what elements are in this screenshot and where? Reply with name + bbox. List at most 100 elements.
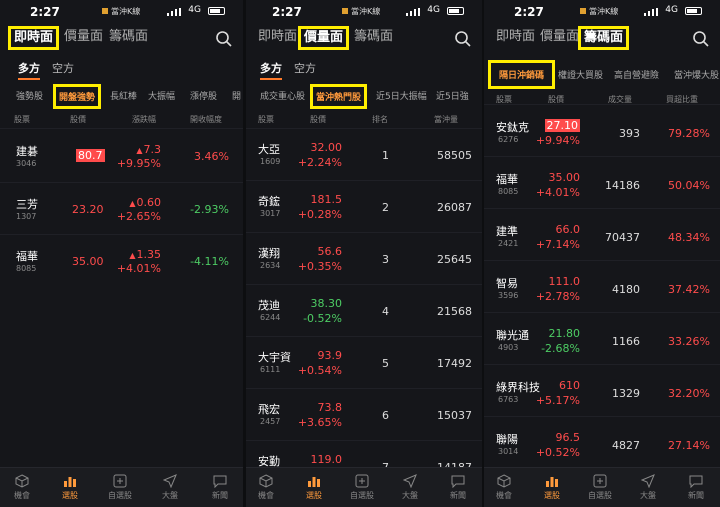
chip-5day-strong[interactable]: 近5日強 [436,89,469,102]
tab-price-volume[interactable]: 價量面 [298,26,350,50]
chip-big-range[interactable]: 大振幅 [148,89,175,102]
tab-chips[interactable]: 籌碼面 [105,26,152,48]
nav-market[interactable]: 大盤 [390,474,430,501]
nav-watchlist[interactable]: 自選股 [580,474,620,501]
tab-short[interactable]: 空方 [294,60,316,76]
tab-price-volume[interactable]: 價量面 [60,26,107,48]
chip-5day-range[interactable]: 近5日大振幅 [376,89,427,102]
nav-opportunity[interactable]: 機會 [484,474,524,501]
chip-warrant-buy[interactable]: 權證大買股 [558,68,603,81]
tab-short[interactable]: 空方 [52,60,74,76]
chip-nextday-daytrade[interactable]: 隔日沖銷碼 [488,60,556,89]
stock-price: 35.00 [548,171,581,184]
stock-code: 4903 [498,343,519,352]
table-row[interactable]: 安鈦克 6276 27.10 +9.94% 393 79.28% [484,104,720,156]
tab-realtime[interactable]: 即時面 [8,26,60,50]
chip-volume-center[interactable]: 成交重心股 [260,89,305,102]
change-pct: +7.14% [535,238,580,251]
network-label: 4G [427,5,440,15]
table-row[interactable]: 茂迪 6244 38.30 -0.52% 4 21568 [246,284,482,336]
table-row[interactable]: 三芳 1307 23.20 ▲0.60 +2.65% -2.93% [0,182,243,234]
bar-chart-icon [64,477,76,487]
col-rank[interactable]: 排名 [372,114,388,125]
tab-price-volume[interactable]: 價量面 [536,26,583,48]
table-row[interactable]: 聯光通 4903 21.80 -2.68% 1166 33.26% [484,312,720,364]
nav-market[interactable]: 大盤 [150,474,190,501]
status-app-name: 當沖K線 [351,7,381,16]
tab-chips[interactable]: 籌碼面 [350,26,397,48]
chip-daytrade-hot[interactable]: 當沖熱門股 [310,84,368,109]
table-row[interactable]: 建準 2421 66.0 +7.14% 70437 48.34% [484,208,720,260]
buy-ratio: 50.04% [668,179,710,192]
col-price[interactable]: 股價 [310,114,326,125]
status-bar: 2:27 當沖K線 4G [0,0,243,24]
chip-more[interactable]: 開 [232,89,241,102]
table-row[interactable]: 福華 8085 35.00 ▲1.35 +4.01% -4.11% [0,234,243,286]
volume: 4827 [612,439,640,452]
network-label: 4G [665,5,678,15]
tab-long[interactable]: 多方 [260,60,282,80]
open-close-range: 3.46% [194,150,229,163]
col-open-close[interactable]: 開收幅度 [190,114,222,125]
table-row[interactable]: 綠界科技 6763 610 +5.17% 1329 32.20% [484,364,720,416]
chip-long-red[interactable]: 長紅棒 [110,89,137,102]
change-pct: +9.94% [535,134,580,147]
signal-icon [644,8,658,16]
table-row[interactable]: 建碁 3046 80.7 ▲7.3 +9.95% 3.46% [0,128,243,182]
table-row[interactable]: 智易 3596 111.0 +2.78% 4180 37.42% [484,260,720,312]
table-row[interactable]: 奇鋐 3017 181.5 +0.28% 2 26087 [246,180,482,232]
col-price[interactable]: 股價 [70,114,86,125]
chip-daytrade-burst[interactable]: 當沖爆大股 [674,68,719,81]
tab-long[interactable]: 多方 [18,60,40,80]
col-daytrade-vol[interactable]: 當沖量 [434,114,458,125]
nav-label: 自選股 [588,491,612,500]
nav-opportunity[interactable]: 機會 [2,474,42,501]
send-icon [403,474,417,488]
table-row[interactable]: 大宇資 6111 93.9 +0.54% 5 17492 [246,336,482,388]
col-stock[interactable]: 股票 [258,114,274,125]
stock-name: 建碁 [16,145,38,158]
stock-code: 8085 [16,264,37,273]
status-app-name: 當沖K線 [589,7,619,16]
nav-news[interactable]: 新聞 [438,474,478,501]
nav-watchlist[interactable]: 自選股 [342,474,382,501]
stock-name: 三芳 [16,198,38,211]
nav-news[interactable]: 新聞 [676,474,716,501]
nav-market[interactable]: 大盤 [628,474,668,501]
nav-watchlist[interactable]: 自選股 [100,474,140,501]
stock-price: 111.0 [548,275,581,288]
nav-opportunity[interactable]: 機會 [246,474,286,501]
col-stock[interactable]: 股票 [14,114,30,125]
nav-label: 機會 [258,491,274,500]
up-arrow-icon: ▲ [136,146,143,155]
nav-label: 新聞 [450,491,466,500]
nav-news[interactable]: 新聞 [200,474,240,501]
open-close-range: -4.11% [190,255,229,268]
direction-tabs: 多方 空方 [246,60,482,80]
nav-screener[interactable]: 選股 [294,474,334,501]
tab-realtime[interactable]: 即時面 [254,26,301,48]
nav-screener[interactable]: 選股 [532,474,572,501]
chip-limit-up[interactable]: 漲停股 [190,89,217,102]
search-icon[interactable] [215,30,233,48]
search-icon[interactable] [692,30,710,48]
tab-realtime[interactable]: 即時面 [492,26,539,48]
stock-name: 漢翔 [258,247,280,260]
table-row[interactable]: 漢翔 2634 56.6 +0.35% 3 25645 [246,232,482,284]
battery-icon [447,7,464,15]
chip-open-strong[interactable]: 開盤強勢 [53,84,102,109]
tab-chips[interactable]: 籌碼面 [578,26,630,50]
col-change[interactable]: 漲跌幅 [132,114,156,125]
table-row[interactable]: 聯陽 3014 96.5 +0.52% 4827 27.14% [484,416,720,468]
table-row[interactable]: 大亞 1609 32.00 +2.24% 1 58505 [246,128,482,180]
change-amount: ▲0.60 [129,196,161,209]
table-row[interactable]: 福華 8085 35.00 +4.01% 14186 50.04% [484,156,720,208]
chip-dealer-hedge[interactable]: 高自營避險 [614,68,659,81]
table-row[interactable]: 飛宏 2457 73.8 +3.65% 6 15037 [246,388,482,440]
search-icon[interactable] [454,30,472,48]
nav-screener[interactable]: 選股 [50,474,90,501]
change-pct: +0.35% [297,260,342,273]
status-app: 當沖K線 [102,6,140,17]
stock-price: 23.20 [72,203,104,216]
chip-strong[interactable]: 強勢股 [16,89,43,102]
